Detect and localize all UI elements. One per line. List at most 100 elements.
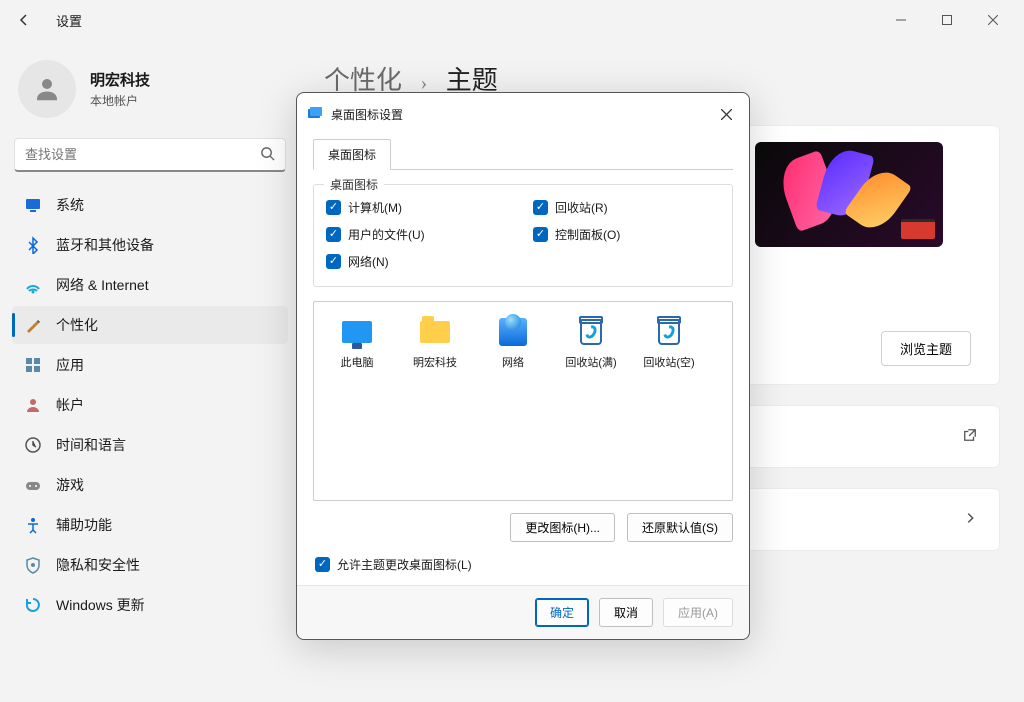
close-button[interactable] — [970, 4, 1016, 36]
sidebar-item-label: 个性化 — [56, 315, 98, 335]
desktop-icons-group: 桌面图标 ✓计算机(M)✓回收站(R)✓用户的文件(U)✓控制面板(O)✓网络(… — [313, 184, 733, 287]
profile-sub: 本地帐户 — [90, 92, 150, 109]
desktop-icon-label: 回收站(满) — [565, 354, 616, 370]
dialog-close-button[interactable] — [713, 101, 739, 127]
checkbox-icon: ✓ — [533, 200, 548, 215]
checkbox-2[interactable]: ✓ 用户的文件(U) — [326, 226, 513, 243]
desktop-icon-2[interactable]: 网络 — [476, 312, 550, 374]
sidebar-item-apps[interactable]: 应用 — [12, 346, 288, 384]
profile-name: 明宏科技 — [90, 69, 150, 90]
apply-button[interactable]: 应用(A) — [663, 598, 733, 627]
desktop-icon-4[interactable]: 回收站(空) — [632, 312, 706, 374]
sidebar-item-label: 辅助功能 — [56, 515, 112, 535]
allow-themes-label: 允许主题更改桌面图标(L) — [337, 556, 472, 573]
sidebar-item-label: 隐私和安全性 — [56, 555, 140, 575]
checkbox-label: 网络(N) — [348, 253, 389, 270]
breadcrumb-current: 主题 — [446, 66, 498, 95]
dialog-footer: 确定 取消 应用(A) — [297, 585, 749, 639]
theme-thumbnail[interactable] — [755, 142, 943, 247]
maximize-button[interactable] — [924, 4, 970, 36]
network-icon — [24, 276, 42, 294]
nav-list: 系统蓝牙和其他设备网络 & Internet 个性化应用帐户时间和语言游戏辅助功能… — [12, 186, 288, 624]
icon-preview-list[interactable]: 此电脑 明宏科技 网络 回收站(满) 回收站(空) — [313, 301, 733, 501]
apps-icon — [24, 356, 42, 374]
sidebar-item-label: 时间和语言 — [56, 435, 126, 455]
checkbox-3[interactable]: ✓ 控制面板(O) — [533, 226, 720, 243]
checkbox-icon: ✓ — [326, 254, 341, 269]
accessibility-icon — [24, 516, 42, 534]
sidebar-item-label: 网络 & Internet — [56, 275, 149, 295]
checkbox-label: 用户的文件(U) — [348, 226, 425, 243]
checkbox-icon: ✓ — [533, 227, 548, 242]
external-link-icon — [963, 428, 977, 445]
desktop-icon-label: 此电脑 — [341, 354, 374, 370]
sidebar-item-label: Windows 更新 — [56, 595, 145, 615]
checkbox-label: 控制面板(O) — [555, 226, 620, 243]
sidebar-item-accounts[interactable]: 帐户 — [12, 386, 288, 424]
dialog-icon — [307, 106, 323, 122]
restore-defaults-button[interactable]: 还原默认值(S) — [627, 513, 733, 542]
change-icon-button[interactable]: 更改图标(H)... — [510, 513, 615, 542]
profile-block[interactable]: 明宏科技 本地帐户 — [12, 52, 288, 136]
chevron-right-icon — [963, 511, 977, 528]
sidebar-item-system[interactable]: 系统 — [12, 186, 288, 224]
title-bar: 设置 — [0, 0, 1024, 40]
privacy-icon — [24, 556, 42, 574]
checkbox-4[interactable]: ✓ 网络(N) — [326, 253, 513, 270]
gaming-icon — [24, 476, 42, 494]
sidebar-item-bluetooth[interactable]: 蓝牙和其他设备 — [12, 226, 288, 264]
sidebar-item-label: 应用 — [56, 355, 84, 375]
search-input[interactable] — [25, 147, 260, 162]
tab-desktop-icons[interactable]: 桌面图标 — [313, 139, 391, 170]
desktop-icon-1[interactable]: 明宏科技 — [398, 312, 472, 374]
desktop-icon-settings-dialog: 桌面图标设置 桌面图标 桌面图标 ✓ 计算机(M) ✓ 回收站(R) ✓ 用户的文件(U)… — [296, 92, 750, 640]
sidebar: 明宏科技 本地帐户 系统蓝牙和其他设备网络 & Internet 个性化应用帐户时… — [0, 40, 300, 702]
cancel-button[interactable]: 取消 — [599, 598, 653, 627]
sidebar-item-network[interactable]: 网络 & Internet — [12, 266, 288, 304]
bluetooth-icon — [24, 236, 42, 254]
checkbox-icon: ✓ — [315, 557, 330, 572]
sidebar-item-accessibility[interactable]: 辅助功能 — [12, 506, 288, 544]
time-icon — [24, 436, 42, 454]
search-icon — [260, 146, 275, 164]
group-title: 桌面图标 — [324, 176, 384, 193]
checkbox-icon: ✓ — [326, 200, 341, 215]
checkbox-1[interactable]: ✓ 回收站(R) — [533, 199, 720, 216]
checkbox-0[interactable]: ✓ 计算机(M) — [326, 199, 513, 216]
checkbox-label: 计算机(M) — [348, 199, 402, 216]
system-icon — [24, 196, 42, 214]
folder-icon — [417, 316, 453, 348]
accounts-icon — [24, 396, 42, 414]
breadcrumb-parent[interactable]: 个性化 — [324, 66, 402, 95]
window-title: 设置 — [56, 11, 82, 30]
checkbox-icon: ✓ — [326, 227, 341, 242]
sidebar-item-personalization[interactable]: 个性化 — [12, 306, 288, 344]
chevron-right-icon: › — [421, 72, 428, 94]
sidebar-item-gaming[interactable]: 游戏 — [12, 466, 288, 504]
monitor-icon — [339, 316, 375, 348]
sidebar-item-label: 游戏 — [56, 475, 84, 495]
desktop-icon-3[interactable]: 回收站(满) — [554, 312, 628, 374]
checkbox-label: 回收站(R) — [555, 199, 608, 216]
ok-button[interactable]: 确定 — [535, 598, 589, 627]
search-box[interactable] — [14, 138, 286, 172]
globe-icon — [495, 316, 531, 348]
allow-themes-checkbox[interactable]: ✓ 允许主题更改桌面图标(L) — [315, 556, 733, 573]
bin-icon — [651, 316, 687, 348]
sidebar-item-update[interactable]: Windows 更新 — [12, 586, 288, 624]
binfull-icon — [573, 316, 609, 348]
minimize-button[interactable] — [878, 4, 924, 36]
sidebar-item-privacy[interactable]: 隐私和安全性 — [12, 546, 288, 584]
dialog-titlebar: 桌面图标设置 — [297, 93, 749, 135]
desktop-icon-0[interactable]: 此电脑 — [320, 312, 394, 374]
browse-themes-button[interactable]: 浏览主题 — [881, 331, 971, 366]
sidebar-item-label: 系统 — [56, 195, 84, 215]
desktop-icon-label: 网络 — [502, 354, 524, 370]
sidebar-item-time[interactable]: 时间和语言 — [12, 426, 288, 464]
personalization-icon — [24, 316, 42, 334]
back-button[interactable] — [8, 4, 40, 36]
update-icon — [24, 596, 42, 614]
avatar — [18, 60, 76, 118]
desktop-icon-label: 回收站(空) — [643, 354, 694, 370]
desktop-icon-label: 明宏科技 — [413, 354, 457, 370]
